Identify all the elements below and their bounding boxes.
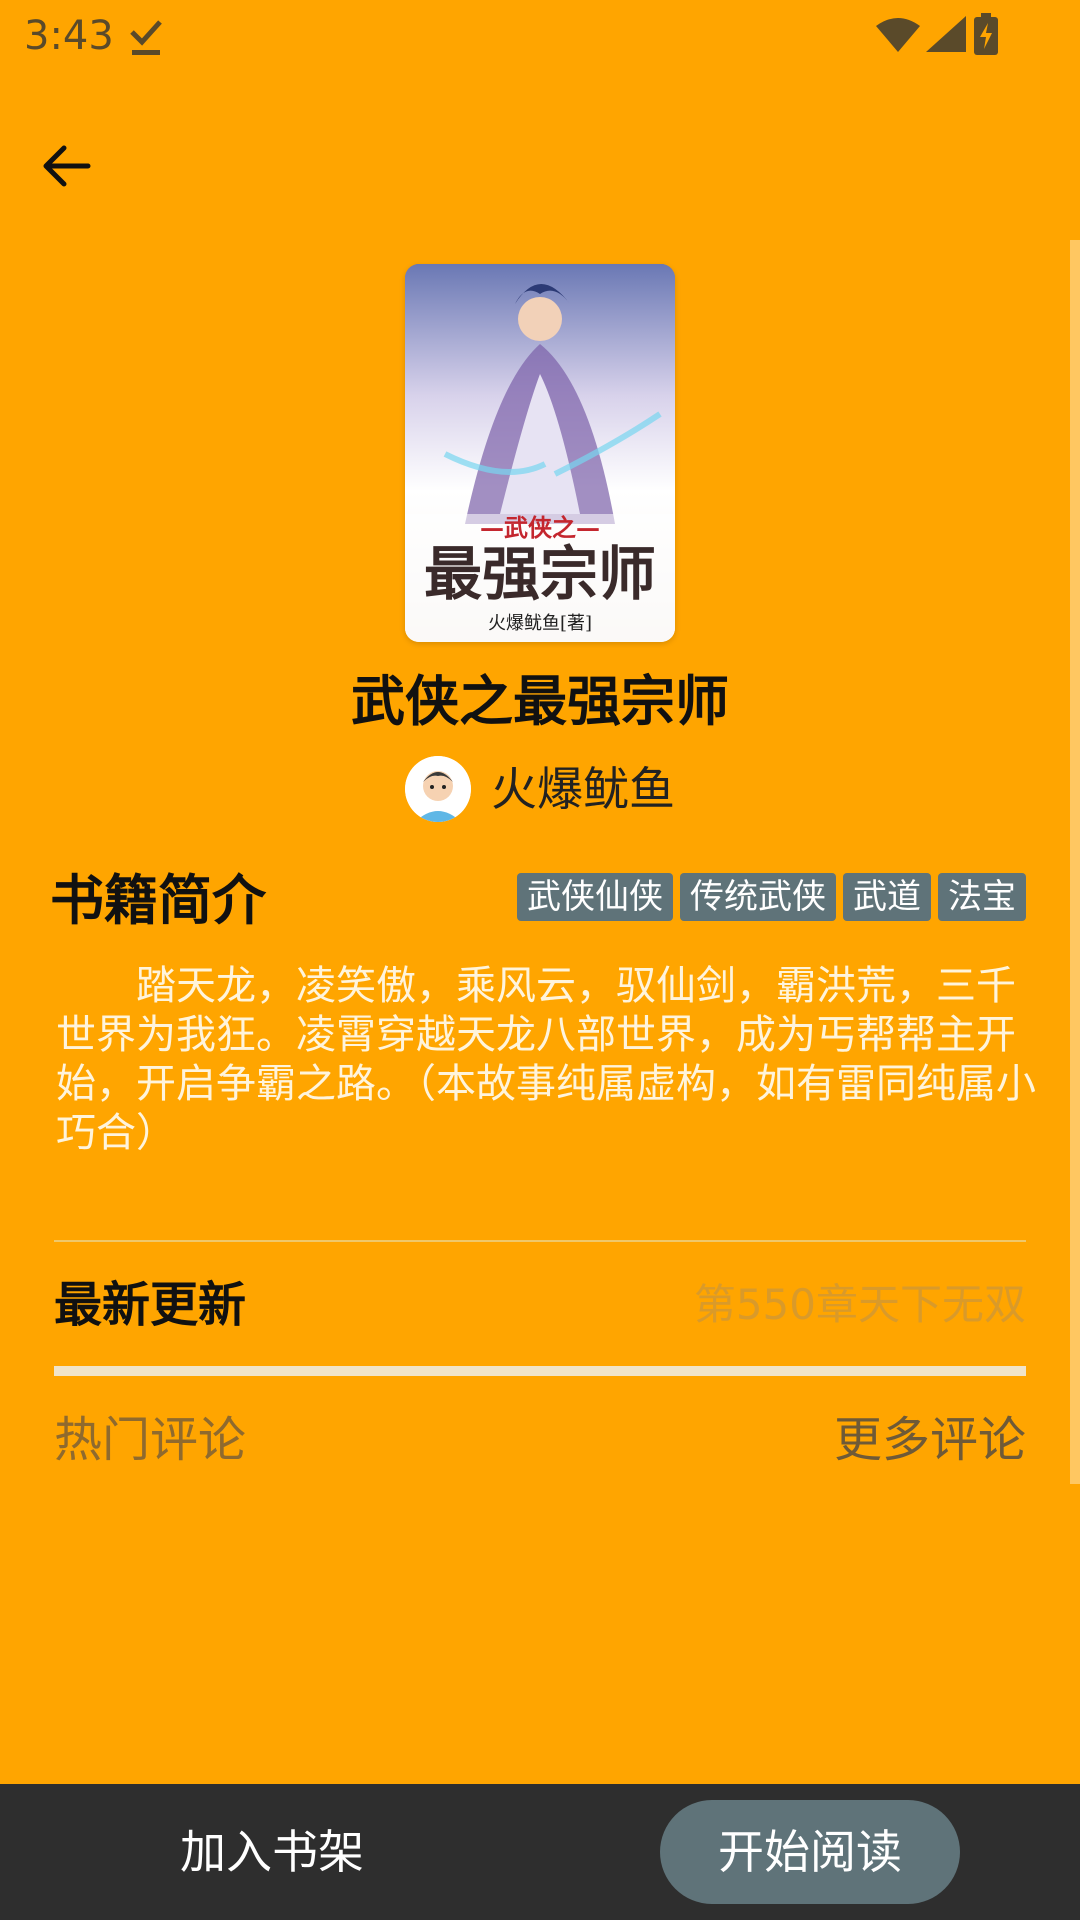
cover-author: 火爆鱿鱼[著] — [488, 613, 592, 634]
more-comments-link[interactable]: 更多评论 — [834, 1404, 1026, 1476]
back-button[interactable] — [30, 130, 102, 202]
intro-heading: 书籍简介 — [50, 869, 266, 932]
author-avatar[interactable] — [405, 756, 471, 822]
battery-charging-icon — [972, 13, 1000, 59]
latest-chapter-link[interactable]: 第550章天下无双 — [694, 1270, 1026, 1340]
section-divider — [54, 1366, 1026, 1376]
status-icons — [876, 13, 1000, 59]
author-name[interactable]: 火爆鱿鱼 — [491, 754, 675, 824]
wifi-icon — [876, 16, 920, 56]
hot-comments-heading: 热门评论 — [54, 1412, 247, 1468]
bottom-bar: 加入书架 开始阅读 — [0, 1784, 1080, 1920]
book-title: 武侠之最强宗师 — [351, 670, 729, 733]
tag-3[interactable]: 法宝 — [938, 873, 1026, 921]
download-done-icon — [128, 14, 164, 58]
tag-1[interactable]: 传统武侠 — [680, 873, 836, 921]
status-time: 3:43 — [24, 13, 114, 59]
book-cover[interactable]: —武侠之— 最强宗师 火爆鱿鱼[著] — [405, 264, 675, 642]
arrow-left-icon — [43, 145, 91, 187]
intro-text: 踏天龙，凌笑傲，乘风云，驭仙剑，霸洪荒，三千世界为我狂。凌霄穿越天龙八部世界，成… — [56, 963, 1036, 1156]
cover-title: 最强宗师 — [424, 540, 656, 608]
status-bar: 3:43 — [0, 0, 1080, 72]
tag-list: 武侠仙侠 传统武侠 武道 法宝 — [517, 873, 1026, 921]
add-to-shelf-button[interactable]: 加入书架 — [180, 1816, 364, 1888]
start-reading-button[interactable]: 开始阅读 — [660, 1800, 960, 1904]
tag-0[interactable]: 武侠仙侠 — [517, 873, 673, 921]
tag-2[interactable]: 武道 — [843, 873, 931, 921]
latest-heading: 最新更新 — [54, 1277, 247, 1333]
cover-subtitle: —武侠之— — [480, 513, 600, 542]
signal-icon — [926, 16, 966, 56]
divider — [54, 1240, 1026, 1242]
scrollbar[interactable] — [1070, 240, 1080, 1484]
author-row[interactable]: 火爆鱿鱼 — [0, 754, 1080, 824]
